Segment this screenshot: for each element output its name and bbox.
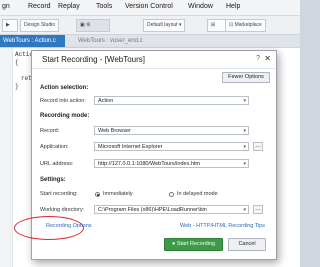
record-label: Record: [40, 128, 60, 134]
browse-application-button[interactable]: … [253, 142, 263, 151]
start-recording-label: Start recording: [40, 191, 78, 197]
working-directory-label: Working directory: [40, 207, 85, 213]
design-studio-button[interactable]: Design Studio [20, 19, 60, 32]
menu-item-replay[interactable]: Replay [58, 3, 80, 10]
chevron-down-icon: ▾ [243, 128, 246, 134]
cancel-button[interactable]: Cancel [228, 238, 266, 251]
chevron-down-icon: ▾ [243, 207, 246, 213]
start-recording-button[interactable]: ● Start Recording [164, 238, 223, 251]
tab-action[interactable]: WebTours : Action.c [0, 35, 65, 47]
action-selection-heading: Action selection: [40, 85, 89, 91]
delayed-mode-label: In delayed mode [177, 191, 218, 197]
code-line: { [15, 59, 19, 66]
layout-tools-icon[interactable]: ⊞ [207, 19, 227, 32]
recording-tips-link[interactable]: Web - HTTP/HTML Recording Tips [180, 223, 265, 229]
url-label: URL address: [40, 161, 74, 167]
menu-bar: gn Record Replay Tools Version Control W… [0, 0, 300, 16]
record-select[interactable]: Web Browser ▾ [94, 126, 249, 135]
close-icon[interactable]: ✕ [264, 54, 271, 63]
menu-item-design[interactable]: gn [2, 3, 10, 10]
record-into-label: Record into action: [40, 98, 86, 104]
code-line: } [15, 83, 19, 90]
line-gutter [0, 48, 13, 267]
record-icon: ● [171, 241, 176, 247]
settings-heading: Settings: [40, 177, 66, 183]
highlight-ellipse [14, 216, 84, 240]
marketplace-button[interactable]: ⊡ Marketplace [225, 19, 266, 32]
toolbar-icons[interactable]: ▣ ⚙ [76, 19, 110, 32]
layout-dropdown[interactable]: Default layout ▾ [143, 19, 186, 32]
chevron-down-icon: ▾ [243, 144, 246, 150]
help-icon[interactable]: ? [256, 55, 260, 62]
dialog-title: Start Recording - [WebTours] [42, 55, 146, 64]
chevron-down-icon: ▾ [243, 98, 246, 104]
toolbar: ▶ Design Studio ▣ ⚙ Default layout ▾ ⊞ ⊡… [0, 16, 300, 35]
run-icon[interactable]: ▶ [2, 19, 18, 32]
menu-item-window[interactable]: Window [188, 3, 213, 10]
application-select[interactable]: Microsoft Internet Explorer ▾ [94, 142, 249, 151]
menu-item-tools[interactable]: Tools [96, 3, 112, 10]
application-label: Application: [40, 144, 69, 150]
menu-item-help[interactable]: Help [226, 3, 240, 10]
tab-vuser-end[interactable]: WebTours : vuser_end.c [78, 35, 143, 47]
fewer-options-button[interactable]: Fewer Options [222, 72, 270, 83]
working-directory-select[interactable]: C:\Program Files (x86)\HPE\LoadRunner\bi… [94, 205, 249, 214]
editor-tabs: WebTours : Action.c WebTours : vuser_end… [0, 35, 300, 47]
menu-item-record[interactable]: Record [28, 3, 51, 10]
dialog-title-bar[interactable]: Start Recording - [WebTours] ? ✕ [32, 51, 276, 69]
immediately-label: Immediately [103, 191, 133, 197]
chevron-down-icon: ▾ [243, 161, 246, 167]
recording-mode-heading: Recording mode: [40, 113, 90, 119]
record-into-select[interactable]: Action ▾ [94, 96, 249, 105]
immediately-radio[interactable] [95, 192, 100, 197]
url-input[interactable]: http://127.0.0.1:1080/WebTours/index.htm… [94, 159, 249, 168]
menu-item-version-control[interactable]: Version Control [125, 3, 173, 10]
delayed-mode-radio[interactable] [169, 192, 174, 197]
browse-directory-button[interactable]: … [253, 205, 263, 214]
